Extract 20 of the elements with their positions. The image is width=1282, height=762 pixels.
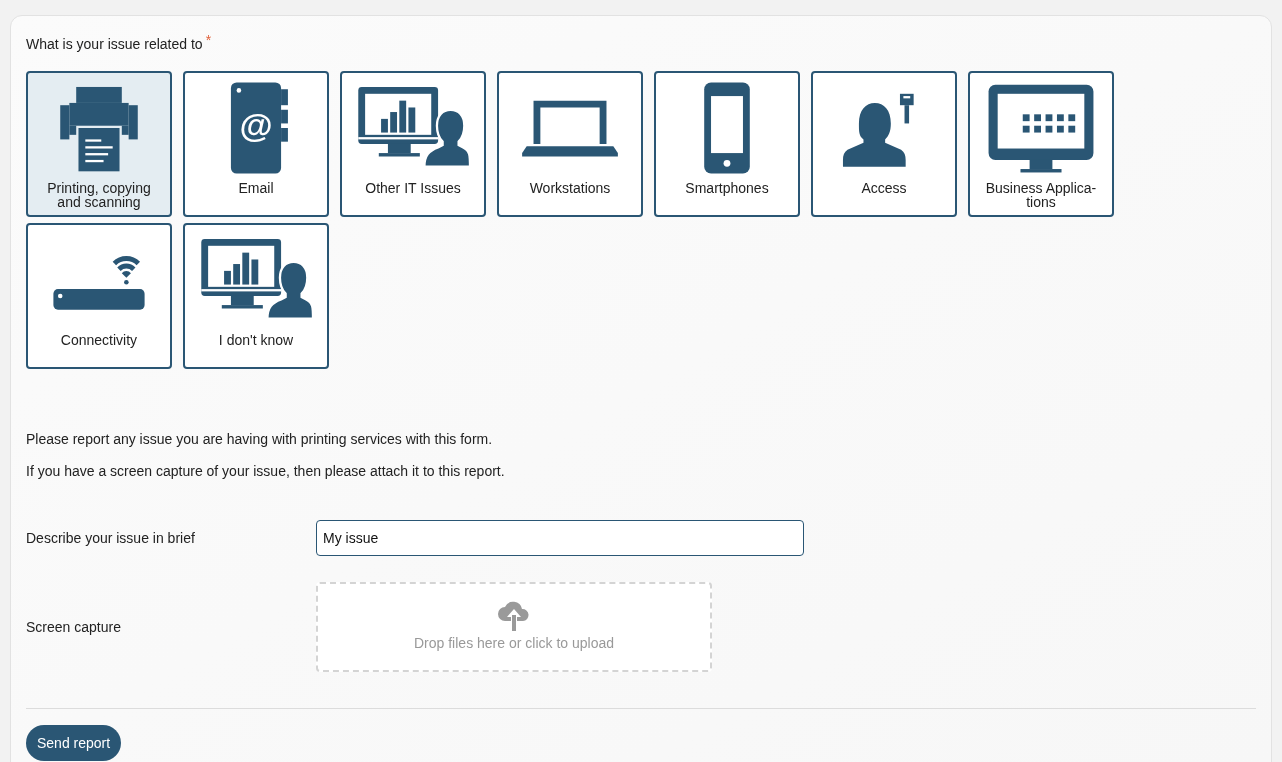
field-label: Describe your issue in brief <box>26 528 196 548</box>
cloud-upload-icon <box>497 600 531 631</box>
upload-prompt: Drop files here or click to upload <box>414 633 614 653</box>
instruction-text: Please report any issue you are having with printing services with this form. <box>26 430 494 449</box>
required-mark: * <box>205 34 212 46</box>
at-sign-icon: @ <box>239 107 273 142</box>
question-label: What is your issue related to <box>26 35 203 54</box>
text-input[interactable]: My issue <box>316 520 804 556</box>
category-tile[interactable]: Workstations <box>497 71 643 217</box>
category-tile[interactable]: Business Applica-tions <box>968 71 1114 217</box>
category-tile[interactable]: Connectivity <box>26 223 172 369</box>
category-tile[interactable]: Smartphones <box>654 71 800 217</box>
category-tile[interactable]: @ Email <box>183 71 329 217</box>
category-tile[interactable]: Access <box>811 71 957 217</box>
field-label: Screen capture <box>26 617 122 637</box>
send-report-button[interactable]: Send report <box>26 725 122 761</box>
category-tile[interactable]: Other IT Issues <box>340 71 486 217</box>
instruction-text: If you have a screen capture of your issue, then please attach it to this report. <box>26 462 506 481</box>
category-tile[interactable]: Printing, copying and scanning <box>26 71 172 217</box>
category-tile[interactable]: I don't know <box>183 223 329 369</box>
